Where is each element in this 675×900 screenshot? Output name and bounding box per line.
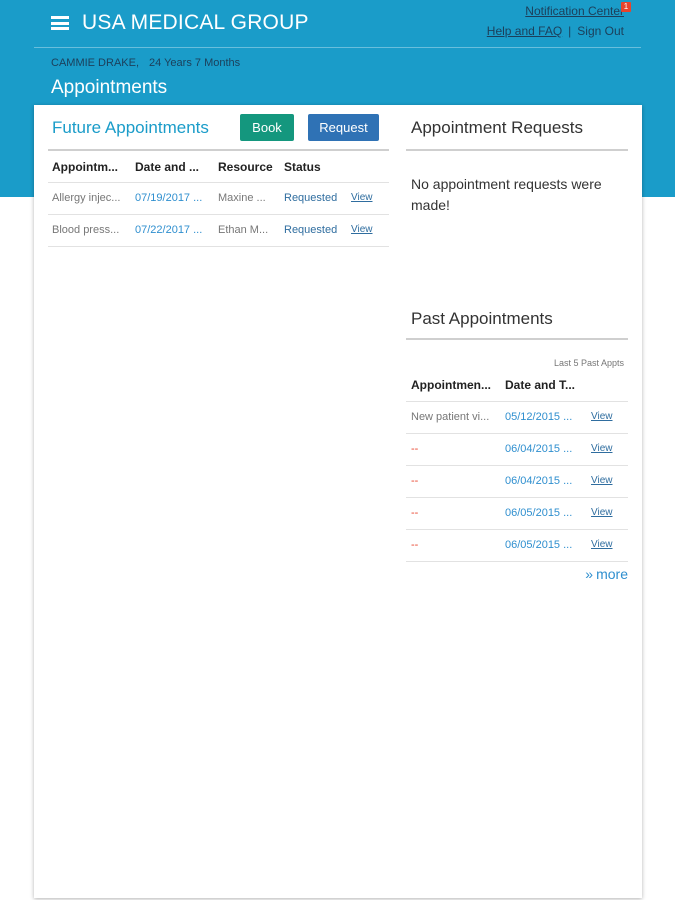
appointment-type: Blood press... bbox=[52, 224, 120, 236]
appointments-card: Future Appointments Book Request Appoint… bbox=[34, 105, 642, 898]
app-brand: USA MEDICAL GROUP bbox=[51, 8, 309, 38]
view-link[interactable]: View bbox=[591, 475, 613, 486]
column-header-resource[interactable]: Resource bbox=[218, 160, 273, 174]
appointment-date: 06/04/2015 ... bbox=[505, 475, 573, 487]
future-appointments-panel: Future Appointments Book Request Appoint… bbox=[48, 105, 389, 247]
table-row: -- 06/05/2015 ... View bbox=[406, 530, 628, 562]
appointment-resource: Maxine ... bbox=[218, 192, 266, 204]
patient-name: CAMMIE DRAKE, bbox=[51, 57, 140, 69]
menu-icon[interactable] bbox=[51, 16, 69, 30]
appointment-date: 07/19/2017 ... bbox=[135, 192, 203, 204]
past-appointments-table: Appointmen... Date and T... New patient … bbox=[406, 370, 628, 562]
column-header-appointment[interactable]: Appointmen... bbox=[411, 378, 491, 392]
view-link[interactable]: View bbox=[591, 411, 613, 422]
view-link[interactable]: View bbox=[591, 507, 613, 518]
book-button[interactable]: Book bbox=[240, 114, 294, 141]
appointment-type: -- bbox=[411, 475, 419, 487]
notification-badge: 1 bbox=[621, 2, 631, 12]
table-row: -- 06/04/2015 ... View bbox=[406, 434, 628, 466]
page-title: Appointments bbox=[51, 77, 168, 98]
table-row: New patient vi... 05/12/2015 ... View bbox=[406, 402, 628, 434]
link-separator: | bbox=[568, 24, 572, 38]
column-header-date[interactable]: Date and T... bbox=[505, 378, 575, 392]
appointment-date: 06/04/2015 ... bbox=[505, 443, 573, 455]
past-caption: Last 5 Past Appts bbox=[553, 358, 624, 368]
appointment-status: Requested bbox=[284, 224, 338, 236]
appointment-type: New patient vi... bbox=[411, 411, 490, 423]
notification-center-link[interactable]: Notification Center bbox=[525, 4, 624, 18]
table-row: -- 06/04/2015 ... View bbox=[406, 466, 628, 498]
view-link[interactable]: View bbox=[351, 224, 373, 235]
appointment-type: -- bbox=[411, 507, 419, 519]
no-requests-message: No appointment requests were made! bbox=[411, 176, 602, 213]
double-chevron-right-icon: » bbox=[585, 566, 594, 582]
patient-age: 24 Years 7 Months bbox=[149, 57, 241, 69]
appointment-date: 07/22/2017 ... bbox=[135, 224, 203, 236]
more-link[interactable]: » more bbox=[585, 566, 628, 582]
appointment-type: -- bbox=[411, 539, 419, 551]
view-link[interactable]: View bbox=[591, 443, 613, 454]
request-button[interactable]: Request bbox=[308, 114, 379, 141]
patient-info: CAMMIE DRAKE, 24 Years 7 Months bbox=[51, 57, 240, 69]
help-faq-link[interactable]: Help and FAQ bbox=[487, 24, 562, 38]
appointment-type: -- bbox=[411, 443, 419, 455]
table-row: -- 06/05/2015 ... View bbox=[406, 498, 628, 530]
column-header-date[interactable]: Date and ... bbox=[135, 160, 199, 174]
app-name: USA MEDICAL GROUP bbox=[82, 11, 309, 34]
header-links: Notification Center 1 Help and FAQ | Sign … bbox=[487, 2, 631, 41]
past-appointments-title: Past Appointments bbox=[411, 309, 553, 328]
appointment-status: Requested bbox=[284, 192, 338, 204]
column-header-appointment[interactable]: Appointm... bbox=[52, 160, 118, 174]
sign-out-link[interactable]: Sign Out bbox=[577, 24, 624, 38]
more-label: more bbox=[596, 566, 628, 582]
right-panel: Appointment Requests No appointment requ… bbox=[406, 105, 628, 582]
column-header-status[interactable]: Status bbox=[284, 160, 321, 174]
appointment-requests-title: Appointment Requests bbox=[411, 118, 583, 137]
table-row: Blood press... 07/22/2017 ... Ethan M...… bbox=[48, 215, 389, 247]
future-table-header: Appointm... Date and ... Resource Status bbox=[48, 151, 389, 183]
view-link[interactable]: View bbox=[351, 192, 373, 203]
appointment-date: 05/12/2015 ... bbox=[505, 411, 573, 423]
future-appointments-title: Future Appointments bbox=[52, 118, 209, 137]
appointment-type: Allergy injec... bbox=[52, 192, 121, 204]
appointment-date: 06/05/2015 ... bbox=[505, 539, 573, 551]
appointment-resource: Ethan M... bbox=[218, 224, 269, 236]
table-row: Allergy injec... 07/19/2017 ... Maxine .… bbox=[48, 183, 389, 215]
appointment-date: 06/05/2015 ... bbox=[505, 507, 573, 519]
header-divider bbox=[34, 47, 641, 48]
view-link[interactable]: View bbox=[591, 539, 613, 550]
past-table-header: Appointmen... Date and T... bbox=[406, 370, 628, 402]
